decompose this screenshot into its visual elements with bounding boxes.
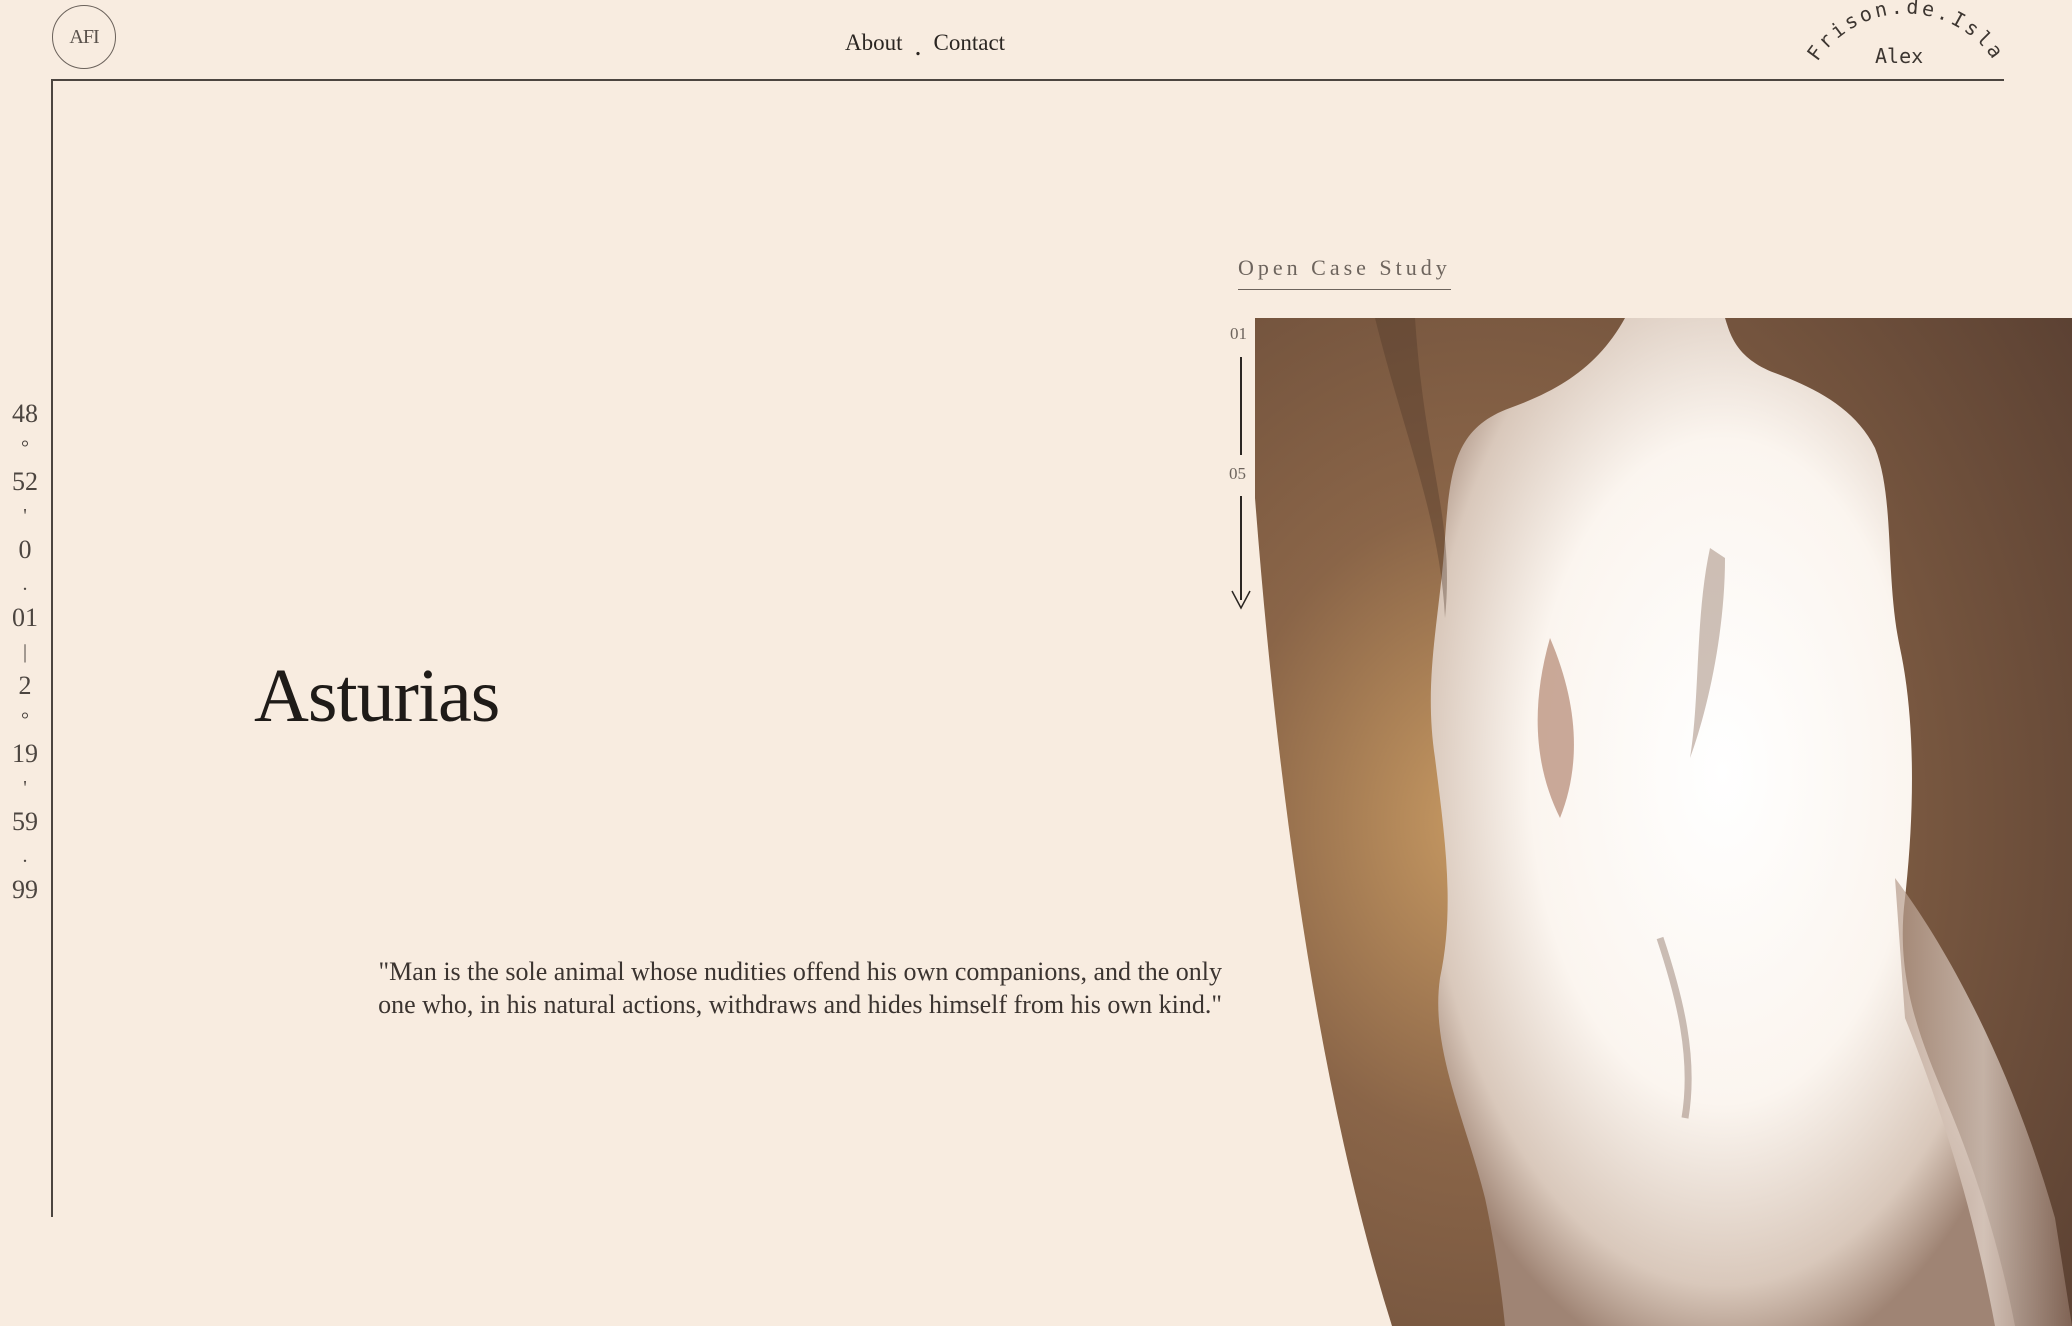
slide-progress-line-top [1240,357,1242,455]
coordinate-separator: . [22,845,28,867]
left-frame-line [51,79,53,1217]
nav-contact-link[interactable]: Contact [934,30,1006,56]
artwork-image [1255,318,2072,1326]
logo[interactable]: AFI [52,5,116,69]
open-case-study-button[interactable]: Open Case Study [1238,255,1451,290]
brand-name: Alex [1875,44,1924,68]
coordinate-separator: ' [23,505,27,527]
coordinate-number: 52 [12,467,38,496]
slide-progress-line-bottom [1240,496,1242,600]
brand-mark[interactable]: Frison.de.Isla Alex [1792,0,2022,90]
nav-separator: . [914,31,922,62]
coordinate-number: 48 [12,399,38,428]
coordinate-separator: ° [21,709,29,731]
slide-current: 01 [1230,324,1247,343]
coordinates-column: 48 ° 52 ' 0. 01 | 2 ° 19 ' 59. 99 [0,392,50,912]
coordinate-number: 59 [12,807,38,836]
coordinate-number: 01 [12,603,38,632]
coordinate-number: 0 [18,535,32,564]
project-title: Asturias [254,654,500,738]
project-quote: "Man is the sole animal whose nudities o… [220,955,1222,1021]
coordinate-separator: . [22,573,28,595]
quote-line-1: "Man is the sole animal whose nudities o… [378,957,1222,986]
slide-total: 05 [1229,464,1246,483]
quote-line-2: one who, in his natural actions, withdra… [378,990,1222,1019]
header-divider [51,79,2004,81]
nav-about-link[interactable]: About [845,30,903,56]
arrow-down-icon[interactable] [1230,588,1252,612]
coordinate-number: 99 [12,875,38,904]
main-nav: About . Contact [845,30,1006,62]
coordinate-number: 2 [18,671,32,700]
coordinate-separator: | [22,641,27,663]
coordinate-separator: ° [21,437,29,459]
coordinate-number: 19 [12,739,38,768]
coordinate-separator: ' [23,777,27,799]
